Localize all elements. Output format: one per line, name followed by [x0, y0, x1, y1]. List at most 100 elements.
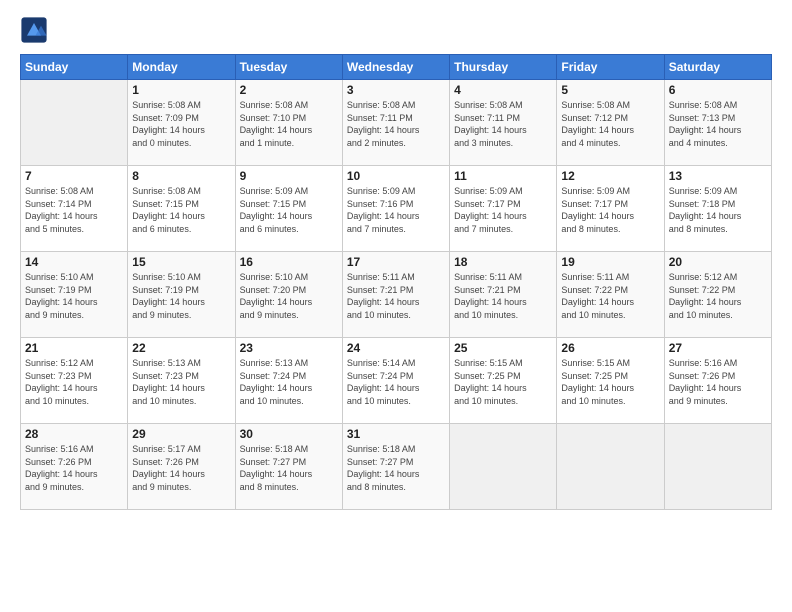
calendar-cell: 30 Sunrise: 5:18 AM Sunset: 7:27 PM Dayli…	[235, 424, 342, 510]
day-number: 21	[25, 341, 123, 355]
day-info: Sunrise: 5:17 AM Sunset: 7:26 PM Dayligh…	[132, 443, 230, 493]
day-number: 6	[669, 83, 767, 97]
calendar-cell: 25 Sunrise: 5:15 AM Sunset: 7:25 PM Dayli…	[450, 338, 557, 424]
day-info: Sunrise: 5:08 AM Sunset: 7:14 PM Dayligh…	[25, 185, 123, 235]
day-number: 13	[669, 169, 767, 183]
day-info: Sunrise: 5:09 AM Sunset: 7:15 PM Dayligh…	[240, 185, 338, 235]
calendar-cell: 31 Sunrise: 5:18 AM Sunset: 7:27 PM Dayli…	[342, 424, 449, 510]
day-info: Sunrise: 5:16 AM Sunset: 7:26 PM Dayligh…	[669, 357, 767, 407]
day-info: Sunrise: 5:10 AM Sunset: 7:19 PM Dayligh…	[25, 271, 123, 321]
calendar-cell: 27 Sunrise: 5:16 AM Sunset: 7:26 PM Dayli…	[664, 338, 771, 424]
day-number: 12	[561, 169, 659, 183]
day-info: Sunrise: 5:09 AM Sunset: 7:17 PM Dayligh…	[561, 185, 659, 235]
calendar-cell: 19Sunrise: 5:11 AM Sunset: 7:22 PM Dayli…	[557, 252, 664, 338]
calendar-cell: 9 Sunrise: 5:09 AM Sunset: 7:15 PM Daylig…	[235, 166, 342, 252]
calendar-cell: 13 Sunrise: 5:09 AM Sunset: 7:18 PM Dayli…	[664, 166, 771, 252]
calendar-cell: 3 Sunrise: 5:08 AM Sunset: 7:11 PM Daylig…	[342, 80, 449, 166]
weekday-header-sunday: Sunday	[21, 55, 128, 80]
calendar-cell: 1 Sunrise: 5:08 AM Sunset: 7:09 PM Daylig…	[128, 80, 235, 166]
weekday-header-saturday: Saturday	[664, 55, 771, 80]
calendar-week-row: 14 Sunrise: 5:10 AM Sunset: 7:19 PM Dayli…	[21, 252, 772, 338]
calendar-cell: 2 Sunrise: 5:08 AM Sunset: 7:10 PM Daylig…	[235, 80, 342, 166]
calendar-cell: 23 Sunrise: 5:13 AM Sunset: 7:24 PM Dayli…	[235, 338, 342, 424]
calendar-cell: 24 Sunrise: 5:14 AM Sunset: 7:24 PM Dayli…	[342, 338, 449, 424]
day-info: Sunrise: 5:13 AM Sunset: 7:23 PM Dayligh…	[132, 357, 230, 407]
day-info: Sunrise: 5:16 AM Sunset: 7:26 PM Dayligh…	[25, 443, 123, 493]
day-info: Sunrise: 5:12 AM Sunset: 7:23 PM Dayligh…	[25, 357, 123, 407]
day-info: Sunrise: 5:08 AM Sunset: 7:10 PM Dayligh…	[240, 99, 338, 149]
day-info: Sunrise: 5:12 AM Sunset: 7:22 PM Dayligh…	[669, 271, 767, 321]
calendar-cell: 14 Sunrise: 5:10 AM Sunset: 7:19 PM Dayli…	[21, 252, 128, 338]
day-info: Sunrise: 5:10 AM Sunset: 7:20 PM Dayligh…	[240, 271, 338, 321]
day-info: Sunrise: 5:14 AM Sunset: 7:24 PM Dayligh…	[347, 357, 445, 407]
day-number: 25	[454, 341, 552, 355]
day-info: Sunrise: 5:08 AM Sunset: 7:12 PM Dayligh…	[561, 99, 659, 149]
day-info: Sunrise: 5:15 AM Sunset: 7:25 PM Dayligh…	[454, 357, 552, 407]
weekday-header-wednesday: Wednesday	[342, 55, 449, 80]
day-number: 29	[132, 427, 230, 441]
calendar-cell: 28 Sunrise: 5:16 AM Sunset: 7:26 PM Dayli…	[21, 424, 128, 510]
calendar-cell	[664, 424, 771, 510]
day-info: Sunrise: 5:08 AM Sunset: 7:09 PM Dayligh…	[132, 99, 230, 149]
day-number: 4	[454, 83, 552, 97]
weekday-header-thursday: Thursday	[450, 55, 557, 80]
calendar-cell: 16Sunrise: 5:10 AM Sunset: 7:20 PM Dayli…	[235, 252, 342, 338]
day-number: 28	[25, 427, 123, 441]
calendar-cell: 15 Sunrise: 5:10 AM Sunset: 7:19 PM Dayli…	[128, 252, 235, 338]
day-number: 20	[669, 255, 767, 269]
day-number: 22	[132, 341, 230, 355]
day-number: 15	[132, 255, 230, 269]
calendar-cell: 26Sunrise: 5:15 AM Sunset: 7:25 PM Dayli…	[557, 338, 664, 424]
weekday-header-friday: Friday	[557, 55, 664, 80]
calendar-week-row: 7 Sunrise: 5:08 AM Sunset: 7:14 PM Daylig…	[21, 166, 772, 252]
calendar-cell	[450, 424, 557, 510]
calendar-cell	[557, 424, 664, 510]
calendar-cell: 29 Sunrise: 5:17 AM Sunset: 7:26 PM Dayli…	[128, 424, 235, 510]
weekday-header-tuesday: Tuesday	[235, 55, 342, 80]
calendar-cell: 12 Sunrise: 5:09 AM Sunset: 7:17 PM Dayli…	[557, 166, 664, 252]
day-info: Sunrise: 5:18 AM Sunset: 7:27 PM Dayligh…	[347, 443, 445, 493]
weekday-header-monday: Monday	[128, 55, 235, 80]
calendar-cell: 8 Sunrise: 5:08 AM Sunset: 7:15 PM Daylig…	[128, 166, 235, 252]
calendar-table: SundayMondayTuesdayWednesdayThursdayFrid…	[20, 54, 772, 510]
logo	[20, 16, 52, 44]
day-info: Sunrise: 5:15 AM Sunset: 7:25 PM Dayligh…	[561, 357, 659, 407]
day-info: Sunrise: 5:09 AM Sunset: 7:16 PM Dayligh…	[347, 185, 445, 235]
day-number: 8	[132, 169, 230, 183]
day-number: 19	[561, 255, 659, 269]
day-info: Sunrise: 5:09 AM Sunset: 7:18 PM Dayligh…	[669, 185, 767, 235]
calendar-cell: 17Sunrise: 5:11 AM Sunset: 7:21 PM Dayli…	[342, 252, 449, 338]
day-number: 30	[240, 427, 338, 441]
calendar-cell: 6 Sunrise: 5:08 AM Sunset: 7:13 PM Daylig…	[664, 80, 771, 166]
day-number: 5	[561, 83, 659, 97]
day-info: Sunrise: 5:13 AM Sunset: 7:24 PM Dayligh…	[240, 357, 338, 407]
calendar-cell: 10Sunrise: 5:09 AM Sunset: 7:16 PM Dayli…	[342, 166, 449, 252]
day-info: Sunrise: 5:08 AM Sunset: 7:11 PM Dayligh…	[347, 99, 445, 149]
day-number: 2	[240, 83, 338, 97]
day-number: 9	[240, 169, 338, 183]
day-info: Sunrise: 5:11 AM Sunset: 7:21 PM Dayligh…	[454, 271, 552, 321]
day-info: Sunrise: 5:18 AM Sunset: 7:27 PM Dayligh…	[240, 443, 338, 493]
day-info: Sunrise: 5:10 AM Sunset: 7:19 PM Dayligh…	[132, 271, 230, 321]
page-header	[20, 16, 772, 44]
day-number: 14	[25, 255, 123, 269]
day-info: Sunrise: 5:08 AM Sunset: 7:11 PM Dayligh…	[454, 99, 552, 149]
day-number: 7	[25, 169, 123, 183]
calendar-cell: 11 Sunrise: 5:09 AM Sunset: 7:17 PM Dayli…	[450, 166, 557, 252]
calendar-cell: 4 Sunrise: 5:08 AM Sunset: 7:11 PM Daylig…	[450, 80, 557, 166]
day-info: Sunrise: 5:08 AM Sunset: 7:13 PM Dayligh…	[669, 99, 767, 149]
calendar-cell	[21, 80, 128, 166]
calendar-header-row: SundayMondayTuesdayWednesdayThursdayFrid…	[21, 55, 772, 80]
day-number: 27	[669, 341, 767, 355]
day-number: 3	[347, 83, 445, 97]
day-info: Sunrise: 5:08 AM Sunset: 7:15 PM Dayligh…	[132, 185, 230, 235]
day-info: Sunrise: 5:09 AM Sunset: 7:17 PM Dayligh…	[454, 185, 552, 235]
calendar-cell: 18 Sunrise: 5:11 AM Sunset: 7:21 PM Dayli…	[450, 252, 557, 338]
day-number: 18	[454, 255, 552, 269]
day-number: 1	[132, 83, 230, 97]
day-number: 24	[347, 341, 445, 355]
day-number: 31	[347, 427, 445, 441]
calendar-week-row: 28 Sunrise: 5:16 AM Sunset: 7:26 PM Dayli…	[21, 424, 772, 510]
day-number: 23	[240, 341, 338, 355]
day-number: 11	[454, 169, 552, 183]
